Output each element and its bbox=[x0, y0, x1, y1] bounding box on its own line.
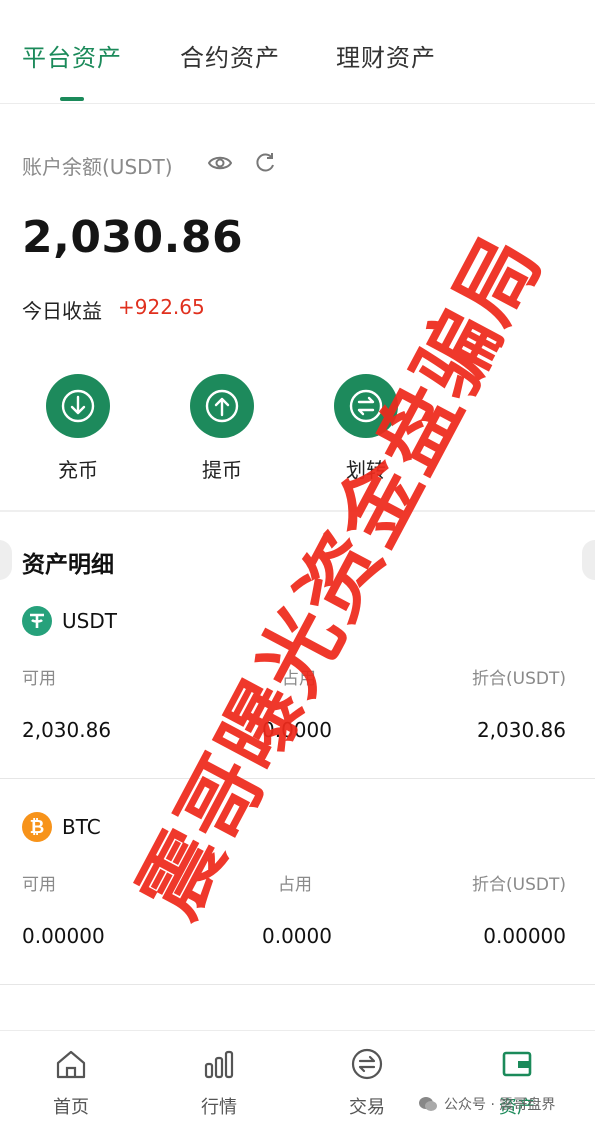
today-income-value: +922.65 bbox=[118, 295, 205, 319]
deposit-button[interactable]: 充币 bbox=[18, 374, 138, 483]
bitcoin-icon: ₿ bbox=[22, 812, 52, 842]
wallet-icon bbox=[502, 1051, 532, 1077]
nav-home[interactable]: 首页 bbox=[26, 1047, 116, 1119]
transfer-label: 划转 bbox=[346, 458, 386, 482]
section-separator bbox=[0, 510, 595, 512]
transfer-icon bbox=[334, 374, 398, 438]
equivalent-value: 2,030.86 bbox=[476, 718, 566, 742]
occupied-value: 0.0000 bbox=[262, 718, 332, 742]
asset-tabs: 平台资产 合约资产 理财资产 bbox=[0, 0, 595, 104]
tab-contract-assets[interactable]: 合约资产 bbox=[180, 38, 280, 73]
today-income-label: 今日收益 bbox=[22, 299, 102, 323]
left-edge-handle bbox=[0, 540, 12, 580]
occupied-label: 占用 bbox=[278, 875, 312, 895]
coin-divider bbox=[0, 984, 595, 985]
available-label: 可用 bbox=[22, 875, 56, 895]
balance-value: 2,030.86 bbox=[22, 212, 244, 263]
transfer-button[interactable]: 划转 bbox=[306, 374, 426, 483]
occupied-label: 占用 bbox=[282, 669, 316, 689]
available-value: 2,030.86 bbox=[22, 718, 112, 742]
tether-icon bbox=[22, 606, 52, 636]
coin-name: BTC bbox=[62, 815, 101, 839]
coin-divider bbox=[0, 778, 595, 779]
eye-icon[interactable] bbox=[208, 153, 232, 173]
deposit-label: 充币 bbox=[58, 458, 98, 482]
nav-market-label: 行情 bbox=[201, 1097, 237, 1118]
stamp-overlay-text: 震哥曝光资金盘骗局 bbox=[121, 220, 561, 933]
nav-home-label: 首页 bbox=[53, 1097, 89, 1118]
withdraw-label: 提币 bbox=[202, 458, 242, 482]
bar-chart-icon bbox=[204, 1050, 234, 1079]
balance-label: 账户余额(USDT) bbox=[22, 155, 173, 179]
available-label: 可用 bbox=[22, 669, 56, 689]
asset-details-title: 资产明细 bbox=[22, 552, 114, 578]
withdraw-arrow-up-icon bbox=[190, 374, 254, 438]
right-edge-handle bbox=[582, 540, 595, 580]
nav-trade-label: 交易 bbox=[349, 1097, 385, 1118]
nav-market[interactable]: 行情 bbox=[174, 1047, 264, 1119]
wechat-watermark: 公众号 · 震哥盘界 bbox=[418, 1094, 555, 1114]
coin-header: ₿ BTC bbox=[22, 812, 101, 842]
tab-platform-assets[interactable]: 平台资产 bbox=[22, 38, 122, 73]
equivalent-label: 折合(USDT) bbox=[472, 669, 566, 689]
nav-trade[interactable]: 交易 bbox=[322, 1047, 412, 1119]
deposit-arrow-down-icon bbox=[46, 374, 110, 438]
tab-finance-assets[interactable]: 理财资产 bbox=[336, 38, 436, 73]
equivalent-value: 0.00000 bbox=[483, 924, 566, 948]
exchange-icon bbox=[351, 1048, 383, 1080]
watermark-text: 公众号 · 震哥盘界 bbox=[444, 1097, 556, 1113]
active-tab-indicator bbox=[60, 97, 84, 101]
equivalent-label: 折合(USDT) bbox=[472, 875, 566, 895]
coin-header: USDT bbox=[22, 606, 117, 636]
occupied-value: 0.0000 bbox=[262, 924, 332, 948]
home-icon bbox=[56, 1050, 86, 1079]
refresh-icon[interactable] bbox=[254, 152, 276, 174]
coin-name: USDT bbox=[62, 609, 117, 633]
wechat-icon bbox=[419, 1097, 437, 1111]
available-value: 0.00000 bbox=[22, 924, 105, 948]
withdraw-button[interactable]: 提币 bbox=[162, 374, 282, 483]
